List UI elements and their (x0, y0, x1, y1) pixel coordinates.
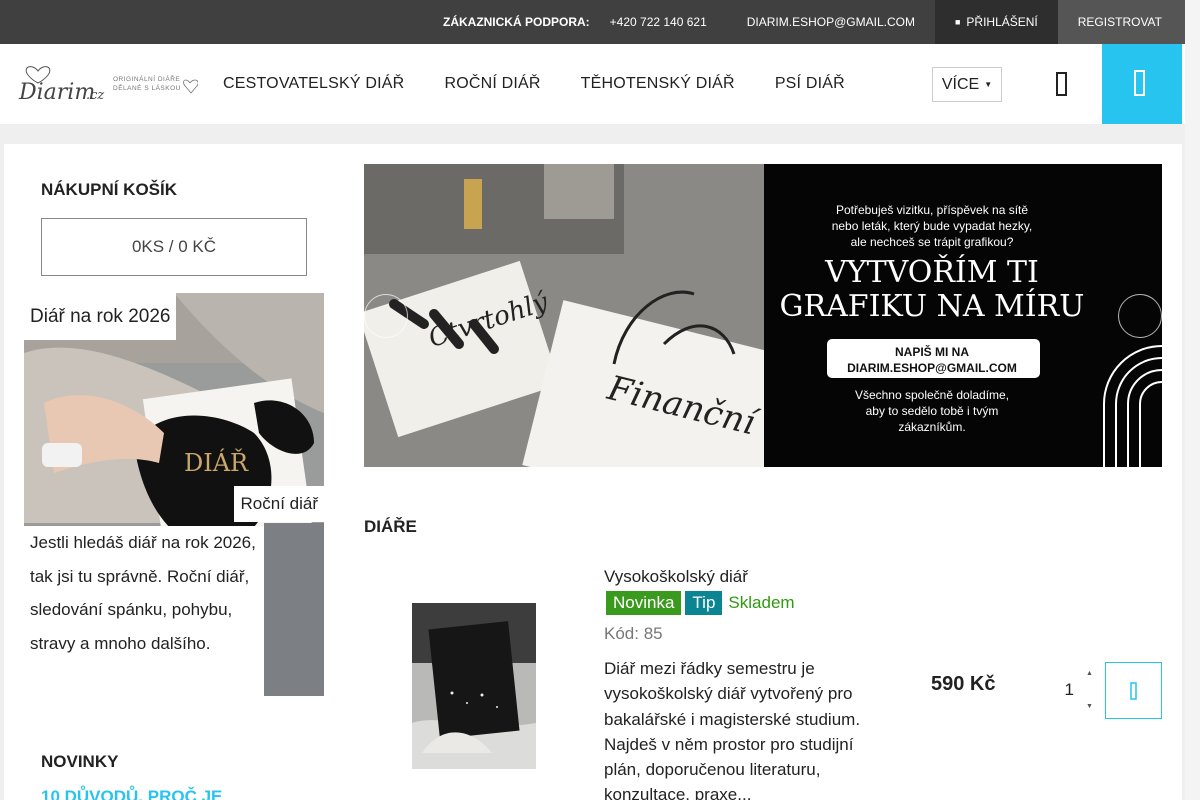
cart-add-icon (1129, 681, 1137, 700)
news-title: NOVINKY (41, 752, 119, 771)
hero-footer-line-3: zákazníkům. (898, 420, 965, 434)
quantity-stepper[interactable]: 1 ▲ ▼ (1044, 670, 1100, 710)
site-logo[interactable]: Diarim .cz ORIGINÁLNÍ DIÁŘE DĚLANÉ S LÁS… (16, 61, 199, 109)
main-content: NÁKUPNÍ KOŠÍK 0KS / 0 KČ DIÁŘ Diář na ro… (4, 144, 1182, 800)
search-icon[interactable] (1048, 70, 1076, 98)
product-name-link[interactable]: Vysokoškolský diář (604, 567, 748, 587)
main-nav: CESTOVATELSKÝ DIÁŘ ROČNÍ DIÁŘ TĚHOTENSKÝ… (203, 44, 865, 124)
logo-tagline-1: ORIGINÁLNÍ DIÁŘE (113, 74, 180, 83)
promo-cover-title: DIÁŘ (184, 448, 249, 477)
hero-text-line-2: nebo leták, který bude vypadat hezky, (832, 219, 1033, 233)
product-price: 590 Kč (931, 673, 996, 695)
increase-quantity-icon[interactable]: ▲ (1086, 670, 1093, 677)
nav-item-travel-diary[interactable]: CESTOVATELSKÝ DIÁŘ (203, 75, 424, 93)
stock-status: Skladem (728, 593, 795, 612)
logo-tagline-2: DĚLANÉ S LÁSKOU (113, 83, 181, 92)
cart-title: NÁKUPNÍ KOŠÍK (41, 180, 178, 199)
login-label: PŘIHLÁŠENÍ (966, 15, 1038, 29)
hero-slide-image: Čtvrtohlý Finanční Potřebuješ vizitku, p… (364, 164, 1162, 467)
hero-cta-line-1: NAPIŠ MI NA (895, 344, 969, 359)
hero-footer-line-1: Všechno společně doladíme, (855, 388, 1009, 402)
add-to-cart-button[interactable] (1105, 662, 1162, 719)
slider-prev-arrow[interactable] (364, 294, 408, 338)
hero-cta-line-2: DIARIM.ESHOP@GMAIL.COM (847, 361, 1017, 375)
quantity-input[interactable]: 1 (1044, 680, 1074, 700)
page-scrollbar[interactable] (1185, 0, 1200, 800)
more-label: VÍCE (941, 75, 980, 93)
hero-headline-2: GRAFIKU NA MÍRU (780, 288, 1085, 324)
product-description: Diář mezi řádky semestru je vysokoškolsk… (604, 659, 861, 800)
support-phone-link[interactable]: +420 722 140 621 (610, 0, 727, 44)
product-code: Kód: 85 (604, 624, 663, 643)
hero-slider[interactable]: Čtvrtohlý Finanční Potřebuješ vizitku, p… (364, 164, 1162, 467)
product-badges: Novinka Tip Skladem (606, 591, 795, 615)
hero-text-line-3: ale nechceš se trápit grafikou? (851, 235, 1014, 249)
register-button[interactable]: REGISTROVAT (1057, 0, 1185, 44)
badge-tip: Tip (685, 591, 723, 615)
support-label: ZÁKAZNICKÁ PODPORA: (442, 15, 590, 29)
hero-text-line-1: Potřebuješ vizitku, příspěvek na sítě (836, 203, 1028, 217)
promo-tag-category: Roční diář (233, 486, 324, 522)
promo-banner[interactable]: DIÁŘ Diář na rok 2026 Roční diář Jestli … (24, 293, 324, 696)
nav-item-dog-diary[interactable]: PSÍ DIÁŘ (755, 75, 865, 93)
products-section-title: DIÁŘE (364, 517, 417, 536)
svg-text:.cz: .cz (86, 88, 104, 103)
hero-headline-1: VYTVOŘÍM TI (824, 254, 1039, 290)
cart-icon (1134, 70, 1145, 96)
decrease-quantity-icon[interactable]: ▼ (1086, 703, 1093, 710)
site-header: Diarim .cz ORIGINÁLNÍ DIÁŘE DĚLANÉ S LÁS… (0, 44, 1185, 124)
promo-tag-year: Diář na rok 2026 (24, 293, 177, 340)
product-image[interactable] (412, 603, 536, 769)
nav-item-pregnancy-diary[interactable]: TĚHOTENSKÝ DIÁŘ (561, 75, 755, 93)
user-icon: ■ (954, 17, 961, 27)
top-bar: ZÁKAZNICKÁ PODPORA: +420 722 140 621 DIA… (0, 0, 1185, 44)
hero-footer-line-2: aby to sedělo tobě i tvým (866, 404, 999, 418)
svg-text:Diarim: Diarim (18, 80, 95, 105)
cart-summary[interactable]: 0KS / 0 KČ (41, 218, 307, 276)
news-article-link[interactable]: 10 DŮVODŮ, PROČ JE (41, 787, 222, 800)
cart-button[interactable] (1102, 44, 1182, 124)
support-email-link[interactable]: DIARIM.ESHOP@GMAIL.COM (727, 0, 935, 44)
nav-item-yearly-diary[interactable]: ROČNÍ DIÁŘ (424, 75, 560, 93)
chevron-down-icon: ▼ (984, 80, 993, 89)
badge-new: Novinka (606, 591, 682, 615)
promo-description: Jestli hledáš diář na rok 2026, tak jsi … (24, 526, 264, 696)
more-menu-button[interactable]: VÍCE ▼ (932, 67, 1002, 102)
slider-next-arrow[interactable] (1118, 294, 1162, 338)
login-button[interactable]: ■ PŘIHLÁŠENÍ (934, 0, 1058, 44)
